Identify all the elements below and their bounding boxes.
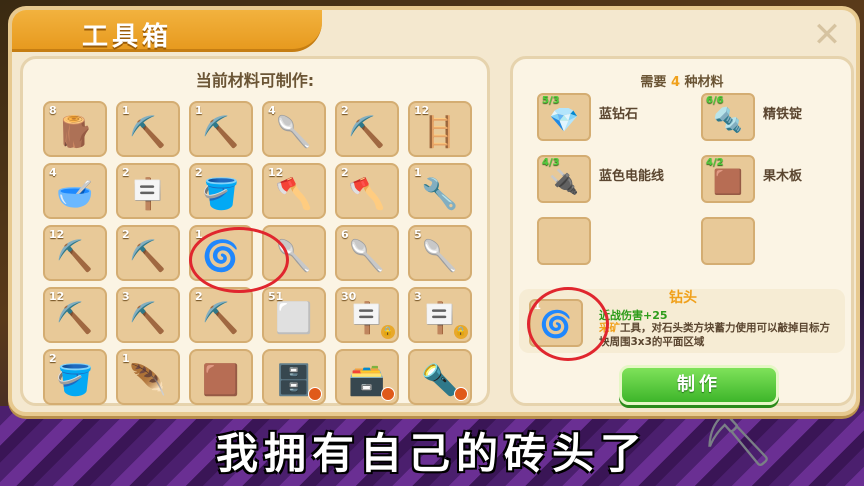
item-count: 2 <box>195 166 203 179</box>
material-name: 精铁锭 <box>763 107 803 122</box>
material-slot[interactable]: 4/3 🔌 <box>537 155 591 203</box>
craft-item-wooden-bowl[interactable]: 🥣 4 <box>43 163 107 219</box>
craft-item-wooden-pickaxe[interactable]: ⛏️ 1 <box>116 101 180 157</box>
craft-item-wooden-fence[interactable]: 🪜 12 <box>408 101 472 157</box>
item-count: 2 <box>122 166 130 179</box>
craft-button[interactable]: 制作 <box>619 365 779 405</box>
item-count: 12 <box>414 104 430 117</box>
item-count: 1 <box>122 352 130 365</box>
craft-item-stone-chest[interactable]: 🗃️ <box>335 349 399 405</box>
craft-item-blue-shovel[interactable]: 🥄 6 <box>335 225 399 281</box>
craft-item-signboard[interactable]: 🪧 2 <box>116 163 180 219</box>
detail-item-slot: 1 🌀 <box>529 299 583 347</box>
title-tab: 工具箱 <box>12 10 322 52</box>
craft-item-wooden-pick[interactable]: ⛏️ 2 <box>335 101 399 157</box>
detail-description: 采矿工具，对石头类方块蓄力使用可以敲掉目标方块周围3x3的平面区域 <box>599 322 830 348</box>
blue-wire-icon: 🔌 <box>549 168 579 196</box>
blue-diamond-icon: 💎 <box>549 106 579 134</box>
item-count: 12 <box>49 290 65 303</box>
craftable-panel: 当前材料可制作: 🪵 8 ⛏️ 1 ⛏️ 1 🥄 4 ⛏️ 2 🪜 12 🥣 4 🪧 2 🪣 2 🪓 12 🪓 2 🔧 1 ⛏️… <box>20 56 490 406</box>
item-count: 8 <box>49 104 57 117</box>
unavailable-icon <box>381 387 395 401</box>
item-count: 2 <box>122 228 130 241</box>
craft-item-saw-tool[interactable]: 🔧 1 <box>408 163 472 219</box>
craft-item-iron-shovel[interactable]: 🥄 <box>262 225 326 281</box>
iron-ingot-icon: 🔩 <box>713 106 743 134</box>
recipe-panel: 需要 4 种材料 5/3 💎 蓝钻石 6/6 🔩 精铁锭 4/3 🔌 蓝色电能线 4/… <box>510 56 854 406</box>
craft-item-white-block[interactable]: ⬜ 51 <box>262 287 326 343</box>
lock-icon: 🔒 <box>381 325 395 339</box>
material-slot[interactable]: 4/2 🟫 <box>701 155 755 203</box>
requirements-heading: 需要 4 种材料 <box>640 75 724 90</box>
craftable-heading: 当前材料可制作: <box>195 71 315 90</box>
item-count: 2 <box>49 352 57 365</box>
fruitwood-plank-icon: 🟫 <box>713 168 743 196</box>
craft-item-wooden-shovel[interactable]: 🥄 4 <box>262 101 326 157</box>
craft-item-stone-pickaxe[interactable]: ⛏️ 12 <box>43 225 107 281</box>
craft-item-dark-billboard[interactable]: 🪧 3 🔒 <box>408 287 472 343</box>
craft-item-iron-axe[interactable]: 🪓 2 <box>335 163 399 219</box>
item-count: 12 <box>268 166 284 179</box>
wooden-screen-icon: 🟫 <box>202 362 240 398</box>
lock-icon: 🔒 <box>454 325 468 339</box>
craft-item-drill-bit[interactable]: 🌀 1 <box>189 225 253 281</box>
material-slot[interactable]: 5/3 💎 <box>537 93 591 141</box>
craft-item-iron-pickaxe[interactable]: ⛏️ 2 <box>116 225 180 281</box>
unavailable-icon <box>454 387 468 401</box>
item-count: 4 <box>268 104 276 117</box>
craft-item-cyan-pickaxe[interactable]: ⛏️ 2 <box>189 287 253 343</box>
unavailable-icon <box>308 387 322 401</box>
close-button[interactable]: ✕ <box>808 18 846 52</box>
item-count: 2 <box>341 104 349 117</box>
item-count: 12 <box>49 228 65 241</box>
material-name: 蓝色电能线 <box>599 169 665 184</box>
toolbox-window: 工具箱 ✕ 当前材料可制作: 🪵 8 ⛏️ 1 ⛏️ 1 🥄 4 ⛏️ 2 🪜 12 🥣 4 🪧 2 🪣 2 🪓 12… <box>8 6 860 416</box>
window-title: 工具箱 <box>82 22 173 52</box>
drill-bit-icon: 🌀 <box>539 310 573 340</box>
item-count: 3 <box>414 290 422 303</box>
item-count: 1 <box>122 104 130 117</box>
craft-item-blue-pickaxe[interactable]: ⛏️ 3 <box>116 287 180 343</box>
item-count: 5 <box>414 228 422 241</box>
craft-item-wooden-screen[interactable]: 🟫 <box>189 349 253 405</box>
empty-material-slot <box>537 217 591 265</box>
item-count: 1 <box>195 104 203 117</box>
item-count: 2 <box>195 290 203 303</box>
video-subtitle: 我拥有自己的砖头了 <box>215 429 648 478</box>
detail-title: 钻头 <box>669 290 697 306</box>
item-count: 1 <box>195 228 203 241</box>
craft-item-wooden-bucket[interactable]: 🪣 2 <box>43 349 107 405</box>
material-slot[interactable]: 6/6 🔩 <box>701 93 755 141</box>
empty-material-slot <box>701 217 755 265</box>
item-count: 4 <box>49 166 57 179</box>
item-count: 2 <box>341 166 349 179</box>
craft-item-wooden-stick[interactable]: 🪵 8 <box>43 101 107 157</box>
craft-item-billboard[interactable]: 🪧 30 🔒 <box>335 287 399 343</box>
item-count: 51 <box>268 290 284 303</box>
iron-shovel-icon: 🥄 <box>275 238 313 274</box>
item-detail: 钻头 1 🌀 近战伤害+25 采矿工具，对石头类方块蓄力使用可以敲掉目标方块周围… <box>519 287 845 361</box>
craft-item-white-pickaxe[interactable]: ⛏️ 12 <box>43 287 107 343</box>
item-count: 3 <box>122 290 130 303</box>
craft-item-stone-furnace[interactable]: 🗄️ <box>262 349 326 405</box>
item-grid: 🪵 8 ⛏️ 1 ⛏️ 1 🥄 4 ⛏️ 2 🪜 12 🥣 4 🪧 2 🪣 2 🪓 12 🪓 2 🔧 1 ⛏️ 12 ⛏️ 2 🌀 1 🥄 🥄… <box>43 101 472 405</box>
craft-item-feather[interactable]: 🪶 1 <box>116 349 180 405</box>
craft-item-wooden-hoe[interactable]: ⛏️ 1 <box>189 101 253 157</box>
craft-item-cyan-shovel[interactable]: 🥄 5 <box>408 225 472 281</box>
craft-item-bucket[interactable]: 🪣 2 <box>189 163 253 219</box>
material-name: 蓝钻石 <box>599 107 639 122</box>
material-name: 果木板 <box>763 169 803 184</box>
item-count: 6 <box>341 228 349 241</box>
item-count: 1 <box>414 166 422 179</box>
item-count: 30 <box>341 290 357 303</box>
craft-item-torch[interactable]: 🔦 <box>408 349 472 405</box>
craft-item-stone-axe[interactable]: 🪓 12 <box>262 163 326 219</box>
